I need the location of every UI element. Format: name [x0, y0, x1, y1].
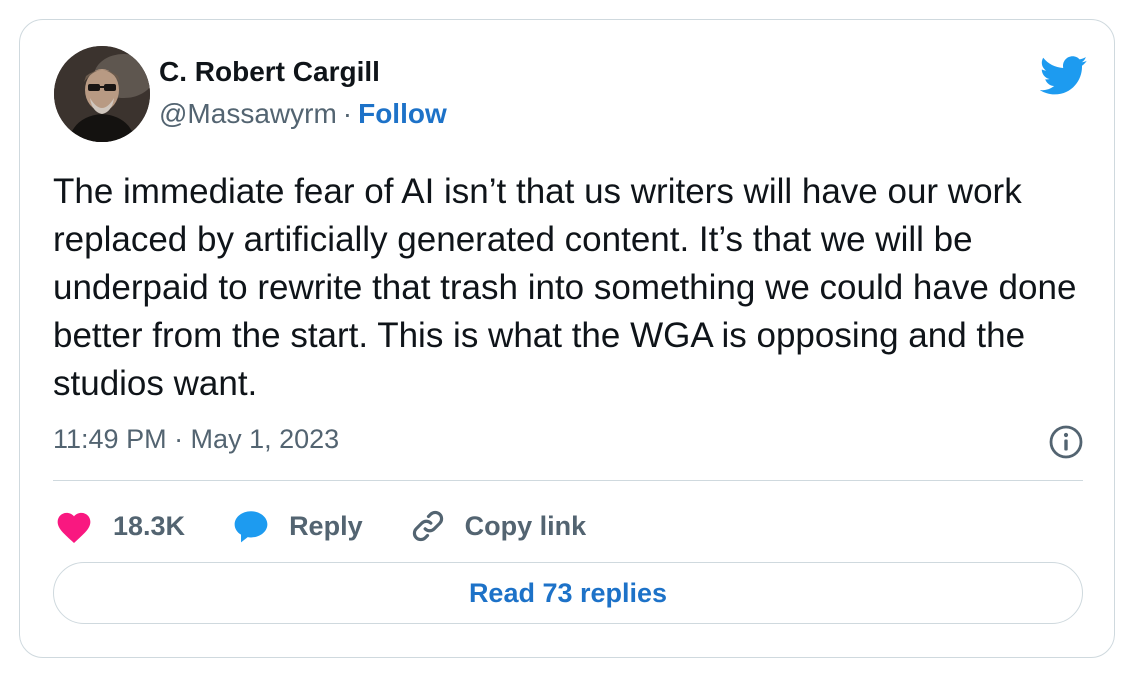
tweet-text: The immediate fear of AI isn’t that us w… [53, 172, 1087, 403]
twitter-bird-icon[interactable] [1039, 56, 1088, 96]
avatar-photo [54, 46, 150, 142]
reply-button[interactable]: Reply [231, 508, 363, 544]
heart-icon [57, 512, 91, 544]
read-replies-button[interactable]: Read 73 replies [53, 562, 1083, 624]
tweet-timestamp[interactable]: 11:49 PM · May 1, 2023 [53, 424, 339, 455]
handle-row: @Massawyrm · Follow [159, 98, 447, 130]
divider [53, 480, 1083, 481]
follow-button[interactable]: Follow [358, 98, 447, 129]
copy-link-label: Copy link [464, 510, 587, 541]
reply-label: Reply [289, 510, 363, 541]
author-handle[interactable]: @Massawyrm [159, 98, 337, 129]
like-button[interactable]: 18.3K [53, 508, 185, 544]
action-bar: 18.3K Reply Copy link [53, 504, 632, 548]
like-count: 18.3K [113, 510, 186, 541]
tweet-card: C. Robert Cargill @Massawyrm · Follow The … [19, 19, 1115, 658]
copy-link-button[interactable]: Copy link [409, 507, 587, 545]
speech-bubble-icon [234, 511, 268, 543]
author-avatar[interactable] [54, 46, 150, 142]
separator-dot: · [342, 98, 353, 129]
author-name[interactable]: C. Robert Cargill [159, 56, 380, 88]
info-icon[interactable] [1048, 424, 1084, 460]
link-icon [412, 510, 443, 542]
